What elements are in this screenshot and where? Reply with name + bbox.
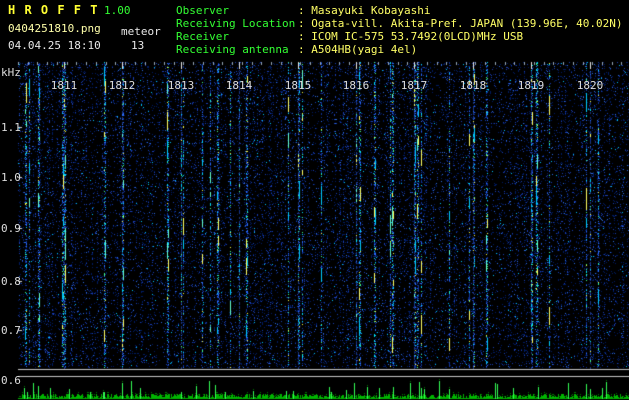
info-row-receiver: Receiver: ICOM IC-575 53.7492(0LCD)MHz U… (176, 30, 623, 43)
freq-tick-1-1: 1.1 (1, 121, 21, 134)
freq-tick-0-9: 0.9 (1, 222, 21, 235)
info-value-location: Ogata-vill. Akita-Pref. JAPAN (139.96E, … (311, 17, 623, 30)
info-value-receiver: ICOM IC-575 53.7492(0LCD)MHz USB (311, 30, 524, 43)
info-value-antenna: A504HB(yagi 4el) (311, 43, 418, 56)
hrofft-output-window: { "header": { "app_title": "H R O F F T"… (0, 0, 629, 400)
info-label-location: Receiving Location (176, 17, 296, 30)
info-label-observer: Observer (176, 4, 229, 17)
info-label-receiver: Receiver (176, 30, 229, 43)
output-filename: 0404251810.png (8, 22, 101, 35)
info-separator: : (298, 4, 305, 17)
app-title: H R O F F T (8, 3, 99, 17)
info-label-antenna: Receiving antenna (176, 43, 289, 56)
meteor-count-label: meteor (121, 25, 161, 38)
info-value-observer: Masayuki Kobayashi (311, 4, 431, 17)
meteor-count-value: 13 (131, 39, 145, 52)
info-row-observer: Observer: Masayuki Kobayashi (176, 4, 623, 17)
info-row-antenna: Receiving antenna: A504HB(yagi 4el) (176, 43, 623, 56)
spectrogram-canvas (0, 0, 629, 400)
observation-datetime: 04.04.25 18:10 (8, 39, 101, 52)
receiver-info-block: Observer: Masayuki Kobayashi Receiving L… (176, 4, 623, 56)
freq-tick-0-7: 0.7 (1, 324, 21, 337)
info-separator: : (298, 43, 305, 56)
info-separator: : (298, 30, 305, 43)
freq-unit-label: kHz (1, 66, 21, 79)
info-separator: : (298, 17, 305, 30)
info-row-location: Receiving Location: Ogata-vill. Akita-Pr… (176, 17, 623, 30)
app-version: 1.00 (104, 4, 131, 17)
freq-tick-0-8: 0.8 (1, 275, 21, 288)
freq-tick-0-6: 0.6 (1, 374, 21, 387)
freq-tick-1-0: 1.0 (1, 171, 21, 184)
